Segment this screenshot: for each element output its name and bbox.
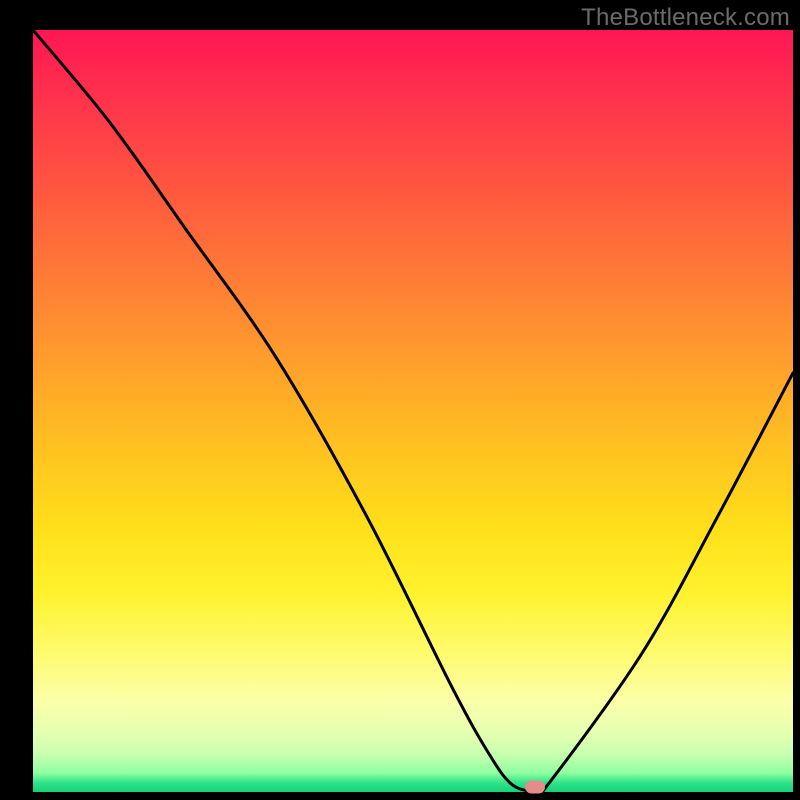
sweet-spot-marker bbox=[525, 781, 545, 794]
chart-frame: TheBottleneck.com bbox=[0, 0, 800, 800]
plot-area bbox=[33, 30, 793, 792]
bottleneck-curve bbox=[33, 30, 793, 792]
watermark-text: TheBottleneck.com bbox=[581, 4, 790, 32]
